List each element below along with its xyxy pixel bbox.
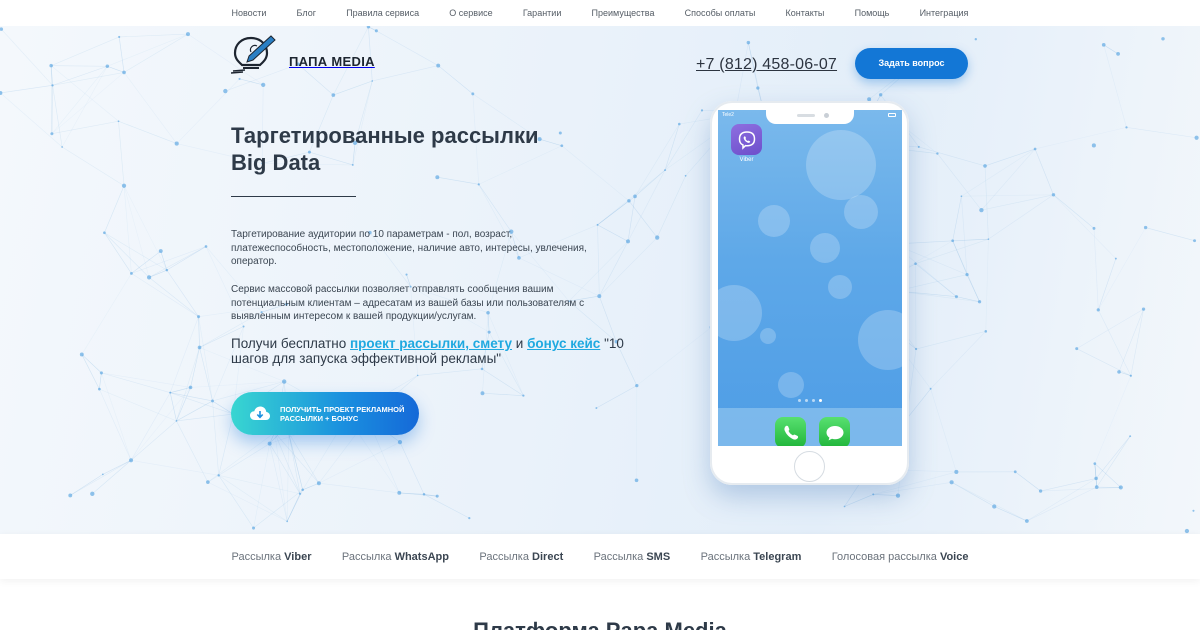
channel-link-prefix: Рассылка [593,550,647,563]
phone-dock [718,408,902,446]
channel-link-direct[interactable]: Рассылка Direct [479,551,563,563]
channel-link-prefix: Рассылка [341,550,395,563]
home-button [794,451,825,482]
top-nav-help[interactable]: Помощь [855,8,890,18]
channel-link-prefix: Голосовая рассылка [831,550,940,563]
channel-link-prefix: Рассылка [231,550,285,563]
offer-prefix: Получи бесплатно [231,336,351,351]
channel-nav: Рассылка Viber Рассылка WhatsApp Рассылк… [0,534,1200,579]
page-indicator [798,399,822,402]
channel-link-viber[interactable]: Рассылка Viber [232,551,312,563]
top-nav-payment[interactable]: Способы оплаты [685,8,756,18]
phone-screen: Tele2 Viber [718,110,902,446]
network-background [0,26,1199,534]
battery-icon [888,113,896,117]
title-line-1: Таргетированные рассылки [231,123,539,148]
channel-link-whatsapp[interactable]: Рассылка WhatsApp [342,551,449,563]
logo-text: ПАПА MEDIA [289,53,375,69]
top-nav-news[interactable]: Новости [232,8,267,18]
channel-link-name: Voice [939,550,969,563]
status-carrier: Tele2 [722,112,734,118]
ask-question-button[interactable]: Задать вопрос [855,48,968,79]
title-line-2: Big Data [231,150,321,175]
channel-link-sms[interactable]: Рассылка SMS [594,551,671,563]
channel-link-name: Viber [284,550,312,563]
channel-link-prefix: Рассылка [700,550,754,563]
channel-link-name: SMS [646,550,671,563]
channel-link-name: Direct [532,550,564,563]
phone-app-icon [775,417,806,446]
top-nav-contacts[interactable]: Контакты [786,8,825,18]
hero-section: ПАПА MEDIA +7 (812) 458-06-07 Задать воп… [0,26,1200,534]
top-nav-advantages[interactable]: Преимущества [592,8,655,18]
top-nav-about[interactable]: О сервисе [449,8,492,18]
cloud-download-icon [250,406,270,420]
top-nav-guarantees[interactable]: Гарантии [523,8,562,18]
viber-app-label: Viber [739,157,754,163]
hero-description-1: Таргетирование аудитории по 10 параметра… [231,229,587,267]
top-nav-integration[interactable]: Интеграция [920,8,969,18]
phone-notch [766,110,854,124]
top-nav: Новости Блог Правила сервиса О сервисе Г… [0,0,1200,26]
hero-description-2: Сервис массовой рассылки позволяет отпра… [231,284,585,322]
offer-link-project[interactable]: проект рассылки, смету [350,336,512,351]
phone-mockup: Tele2 Viber [710,101,909,485]
phone-number[interactable]: +7 (812) 458-06-07 [696,56,837,74]
page-title: Таргетированные рассылки Big Data [231,122,611,176]
viber-app-icon [731,124,762,155]
get-project-button[interactable]: Получить проект рекламной рассылки + бон… [231,392,419,435]
get-project-button-label: Получить проект рекламной рассылки + бон… [280,404,405,423]
channel-link-voice[interactable]: Голосовая рассылка Voice [832,551,969,563]
channel-link-name: WhatsApp [394,550,449,563]
channel-link-name: Telegram [753,550,802,563]
offer-middle: и [512,336,528,351]
logo[interactable]: ПАПА MEDIA [231,34,375,74]
offer-text: Получи бесплатно проект рассылки, смету … [231,336,651,366]
top-nav-blog[interactable]: Блог [297,8,316,18]
top-nav-rules[interactable]: Правила сервиса [346,8,419,18]
lightbulb-pen-logo-icon [231,35,276,74]
channel-link-telegram[interactable]: Рассылка Telegram [701,551,802,563]
channel-link-prefix: Рассылка [479,550,533,563]
title-divider [231,196,356,197]
offer-link-bonus[interactable]: бонус кейс [527,336,600,351]
messages-app-icon [819,417,850,446]
section-heading: Платформа Papa Media [0,618,1200,630]
